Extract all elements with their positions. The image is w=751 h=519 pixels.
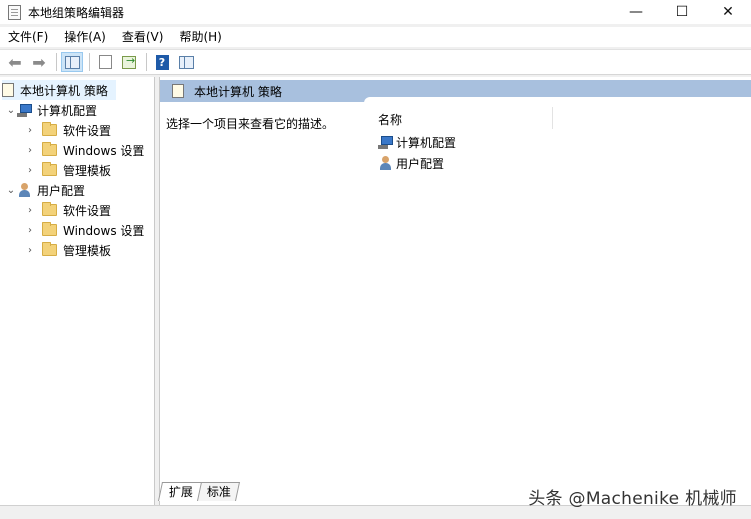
tree-item-label: Windows 设置: [63, 223, 145, 238]
window-title: 本地组策略编辑器: [28, 5, 125, 20]
column-header-name[interactable]: 名称: [378, 111, 402, 128]
tree-item-local-policy[interactable]: 本地计算机 策略: [2, 80, 116, 100]
tab-label: 扩展: [168, 485, 193, 499]
show-hide-tree-button[interactable]: [61, 52, 83, 72]
list-item-label: 计算机配置: [396, 135, 457, 150]
forward-arrow-icon: ➡: [32, 52, 46, 72]
tree-item-user-config[interactable]: ⌄ 用户配置: [5, 180, 85, 200]
tree-item-software-settings[interactable]: › 软件设置: [24, 120, 111, 140]
tab-standard[interactable]: 标准: [195, 482, 241, 501]
user-icon: [17, 183, 33, 197]
tree-item-admin-templates[interactable]: › 管理模板: [24, 160, 111, 180]
tree-item-admin-templates[interactable]: › 管理模板: [24, 240, 111, 260]
folder-icon: [42, 162, 57, 176]
chevron-down-icon[interactable]: ⌄: [5, 185, 17, 196]
list-item-user-config[interactable]: 用户配置: [378, 154, 444, 172]
title-bar: 本地组策略编辑器 — ☐ ✕: [0, 0, 751, 24]
help-button[interactable]: ?: [151, 52, 173, 72]
computer-icon: [17, 103, 33, 117]
details-pane: 本地计算机 策略 选择一个项目来查看它的描述。 名称 计算机配置 用户配置: [159, 77, 751, 505]
menu-bar: 文件(F) 操作(A) 查看(V) 帮助(H): [0, 27, 751, 47]
tab-label: 标准: [206, 485, 231, 499]
window-controls: — ☐ ✕: [613, 0, 751, 24]
back-button[interactable]: ⬅: [4, 52, 26, 72]
chevron-down-icon[interactable]: ⌄: [5, 105, 17, 116]
menu-action[interactable]: 操作(A): [56, 27, 114, 47]
tree-item-label: 计算机配置: [37, 103, 98, 118]
computer-icon: [378, 135, 394, 149]
folder-icon: [42, 122, 57, 136]
toolbar: ⬅ ➡ ?: [0, 49, 751, 75]
folder-icon: [42, 142, 57, 156]
navigation-tree: 本地计算机 策略 ⌄ 计算机配置 › 软件设置 › Windows 设置 › 管…: [0, 77, 155, 505]
tree-item-label: 用户配置: [37, 183, 86, 198]
tree-item-label: 管理模板: [63, 243, 112, 258]
tab-extended[interactable]: 扩展: [157, 482, 203, 501]
details-header-title: 本地计算机 策略: [194, 84, 282, 99]
list-item-label: 用户配置: [396, 156, 445, 171]
back-arrow-icon: ⬅: [8, 52, 22, 72]
tree-item-computer-config[interactable]: ⌄ 计算机配置: [5, 100, 97, 120]
show-hide-tree-icon: [64, 55, 80, 69]
list-item-computer-config[interactable]: 计算机配置: [378, 133, 456, 151]
menu-view[interactable]: 查看(V): [114, 27, 172, 47]
tree-item-label: Windows 设置: [63, 143, 145, 158]
minimize-button[interactable]: —: [613, 0, 659, 24]
properties-icon: [98, 55, 112, 69]
policy-document-icon: [172, 84, 184, 98]
chevron-right-icon[interactable]: ›: [24, 225, 36, 236]
folder-icon: [42, 202, 57, 216]
menu-file[interactable]: 文件(F): [0, 27, 56, 47]
chevron-right-icon[interactable]: ›: [24, 145, 36, 156]
folder-icon: [42, 222, 57, 236]
tree-item-label: 本地计算机 策略: [20, 83, 108, 98]
tree-item-label: 管理模板: [63, 163, 112, 178]
chevron-right-icon[interactable]: ›: [24, 245, 36, 256]
properties-button[interactable]: [94, 52, 116, 72]
tree-item-windows-settings[interactable]: › Windows 设置: [24, 140, 144, 160]
tree-item-label: 软件设置: [63, 203, 112, 218]
items-list: 名称 计算机配置 用户配置: [364, 97, 751, 497]
tree-item-software-settings[interactable]: › 软件设置: [24, 200, 111, 220]
column-separator[interactable]: [552, 107, 553, 129]
export-list-button[interactable]: [118, 52, 140, 72]
toolbar-separator: [89, 53, 90, 71]
maximize-button[interactable]: ☐: [659, 0, 705, 24]
tree-item-label: 软件设置: [63, 123, 112, 138]
action-pane-button[interactable]: [175, 52, 197, 72]
chevron-right-icon[interactable]: ›: [24, 205, 36, 216]
watermark: 头条 @Machenike 机械师: [528, 489, 737, 509]
toolbar-separator: [56, 53, 57, 71]
action-pane-icon: [178, 55, 194, 69]
chevron-right-icon[interactable]: ›: [24, 125, 36, 136]
view-tabs: 扩展 标准: [157, 481, 241, 501]
tree-item-windows-settings[interactable]: › Windows 设置: [24, 220, 144, 240]
item-description: 选择一个项目来查看它的描述。: [166, 117, 335, 131]
forward-button[interactable]: ➡: [28, 52, 50, 72]
menu-help[interactable]: 帮助(H): [171, 27, 229, 47]
export-list-icon: [122, 54, 136, 69]
user-icon: [378, 156, 394, 170]
toolbar-separator: [146, 53, 147, 71]
help-icon: ?: [155, 54, 169, 70]
policy-editor-icon: [8, 4, 21, 20]
chevron-right-icon[interactable]: ›: [24, 165, 36, 176]
close-button[interactable]: ✕: [705, 0, 751, 24]
policy-document-icon: [2, 83, 14, 97]
folder-icon: [42, 242, 57, 256]
